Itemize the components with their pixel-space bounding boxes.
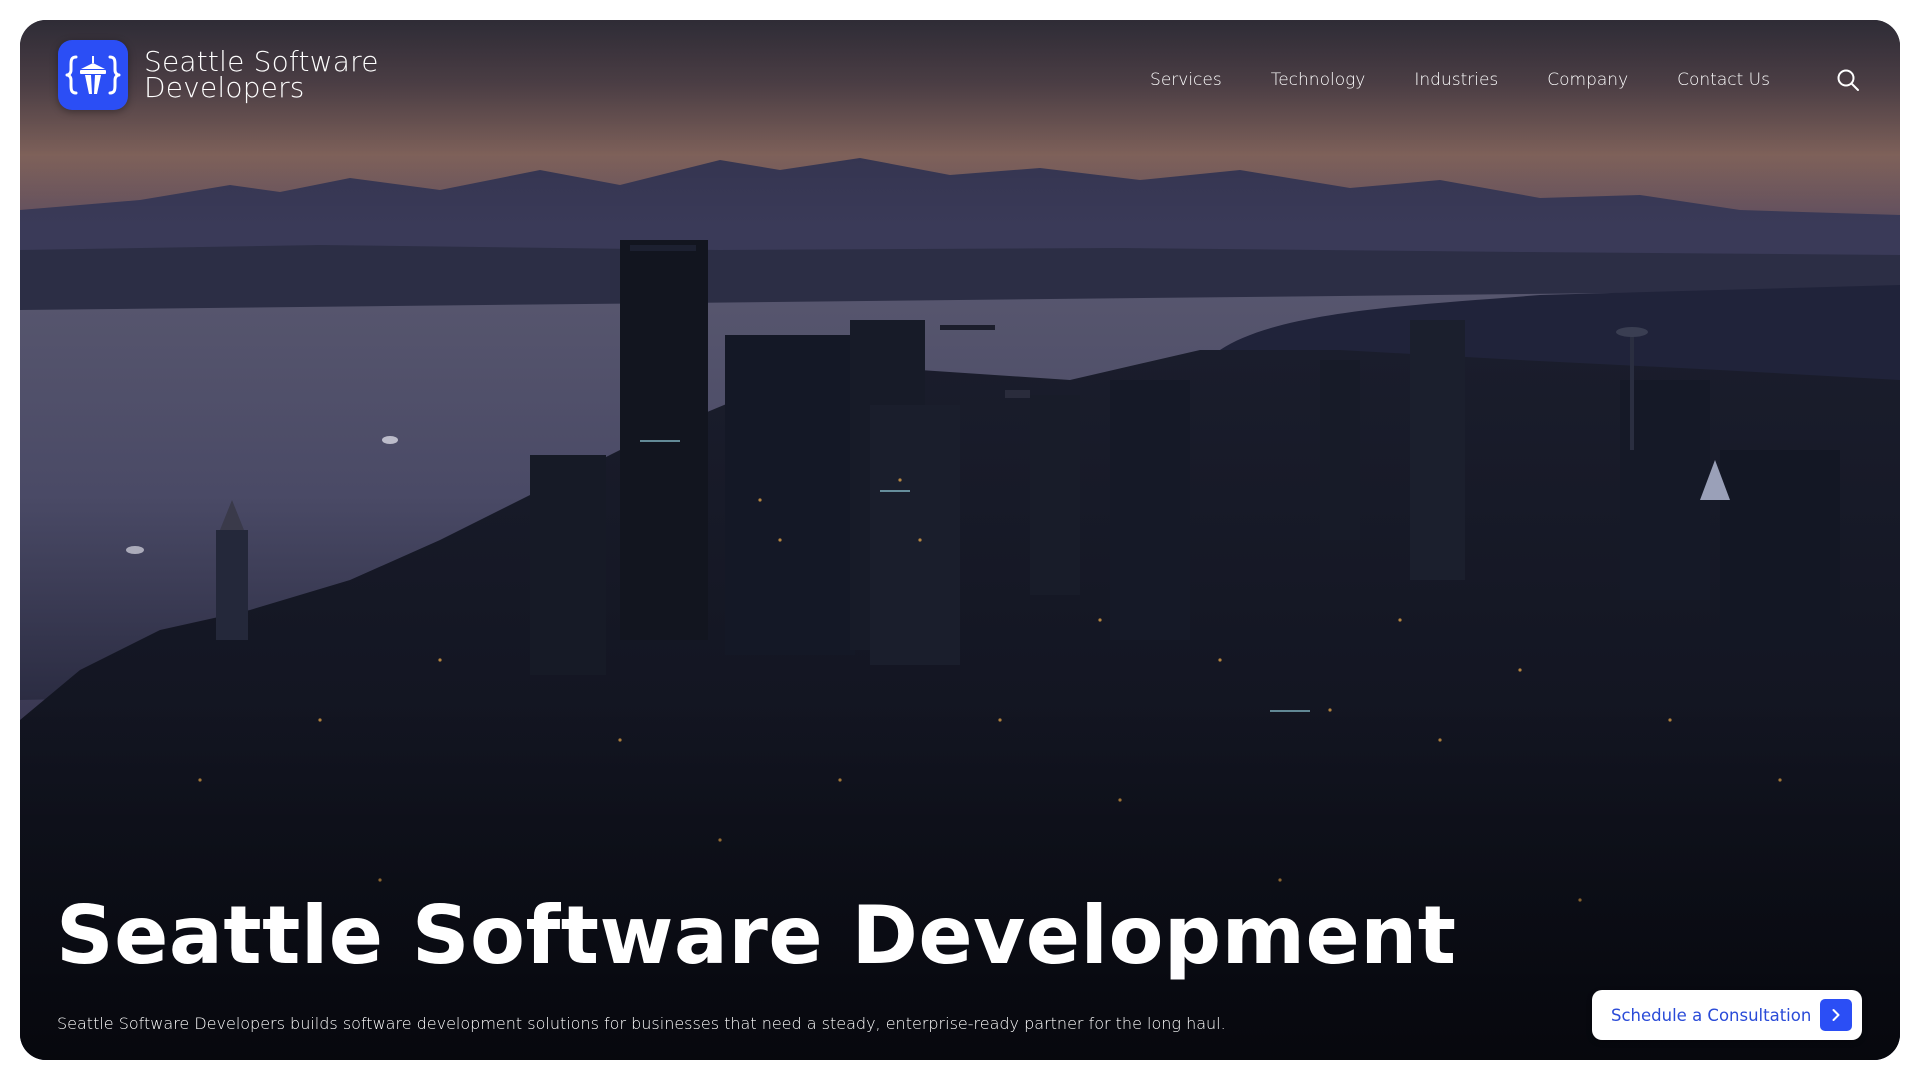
logo-badge (58, 40, 128, 110)
cta-label: Schedule a Consultation (1611, 1005, 1812, 1025)
space-needle-braces-icon (65, 55, 121, 95)
cta-arrow (1820, 999, 1852, 1031)
logo-link[interactable]: Seattle Software Developers (58, 40, 379, 110)
nav-item-contact-us[interactable]: Contact Us (1677, 70, 1770, 90)
brand-name-line2: Developers (144, 71, 305, 104)
site-header: Seattle Software Developers Services Tec… (20, 20, 1900, 150)
nav-item-company[interactable]: Company (1547, 70, 1628, 90)
schedule-consultation-button[interactable]: Schedule a Consultation (1592, 990, 1862, 1040)
hero-section: Seattle Software Developers Services Tec… (20, 20, 1900, 1060)
nav-item-industries[interactable]: Industries (1414, 70, 1498, 90)
hero-title: Seattle Software Development (56, 889, 1457, 982)
search-button[interactable] (1834, 66, 1862, 94)
search-icon (1837, 69, 1859, 91)
hero-subtitle: Seattle Software Developers builds softw… (57, 1014, 1226, 1033)
nav-item-technology[interactable]: Technology (1271, 70, 1366, 90)
main-nav: Services Technology Industries Company C… (1101, 70, 1770, 90)
nav-item-services[interactable]: Services (1150, 70, 1222, 90)
brand-name: Seattle Software Developers (144, 48, 379, 104)
chevron-right-icon (1832, 1009, 1840, 1021)
